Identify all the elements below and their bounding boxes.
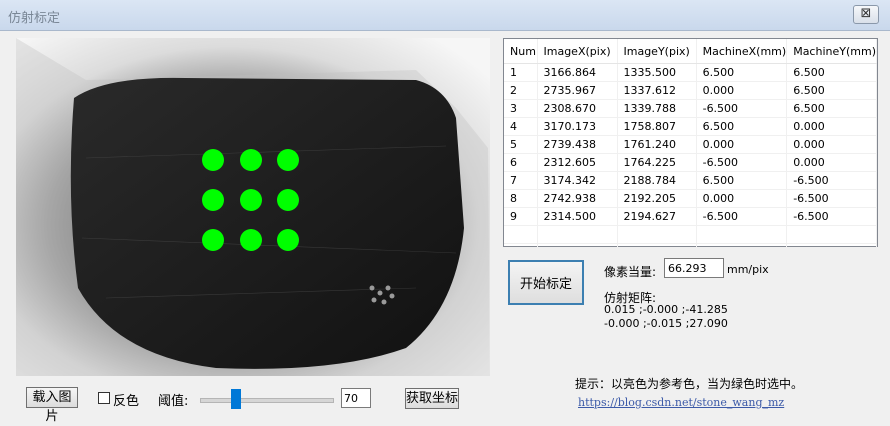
column-header[interactable]: ImageY(pix) <box>617 39 697 64</box>
table-cell: 1339.788 <box>617 99 697 118</box>
table-row[interactable]: 7 3174.342 2188.784 6.500 -6.500 <box>504 171 877 190</box>
table-cell: 6.500 <box>786 81 877 100</box>
table-cell: 0.000 <box>786 135 877 154</box>
pixel-equivalent-label: 像素当量: <box>604 265 657 279</box>
threshold-slider-track[interactable] <box>200 398 334 403</box>
table-header: Num ImageX(pix) ImageY(pix) MachineX(mm) Mac… <box>504 39 877 64</box>
affine-matrix-row-2: -0.000 ;-0.015 ;27.090 <box>604 317 728 330</box>
table-cell: 1337.612 <box>617 81 697 100</box>
calibration-dot <box>277 189 299 211</box>
table-cell: 2742.938 <box>537 189 618 208</box>
table-cell: 2739.438 <box>537 135 618 154</box>
table-body: 1 3166.864 1335.500 6.500 6.500 2 2735.967 1337… <box>504 63 877 262</box>
calibration-dot <box>240 229 262 251</box>
table-cell: -6.500 <box>786 207 877 226</box>
window-title: 仿射标定 <box>8 11 61 26</box>
table-cell: 1758.807 <box>617 117 697 136</box>
table-cell: 1 <box>504 63 538 82</box>
table-cell: 9 <box>504 207 538 226</box>
column-header[interactable]: MachineY(mm) <box>786 39 877 64</box>
calibration-dot <box>240 189 262 211</box>
table-cell: 2308.670 <box>537 99 618 118</box>
threshold-slider-thumb[interactable] <box>230 389 241 409</box>
table-cell: 3174.342 <box>537 171 618 190</box>
calibration-dots <box>202 149 299 251</box>
table-cell: 0.000 <box>696 189 788 208</box>
affine-matrix-row-1: 0.015 ;-0.000 ;-41.285 <box>604 303 728 316</box>
calibration-dot <box>277 149 299 171</box>
table-cell: 0.000 <box>786 153 877 172</box>
table-cell: 0.000 <box>786 117 877 136</box>
table-cell: 0.000 <box>696 81 788 100</box>
threshold-label: 阈值: <box>158 394 189 409</box>
table-cell: 2314.500 <box>537 207 618 226</box>
table-cell: 1764.225 <box>617 153 697 172</box>
table-row[interactable]: 1 3166.864 1335.500 6.500 6.500 <box>504 63 877 82</box>
calibration-dot <box>202 189 224 211</box>
table-cell: 6.500 <box>786 99 877 118</box>
table-row[interactable]: 4 3170.173 1758.807 6.500 0.000 <box>504 117 877 136</box>
empty-row <box>504 225 877 244</box>
hint-text: 提示：以亮色为参考色，当为绿色时选中。 <box>575 377 804 391</box>
table-row[interactable]: 9 2314.500 2194.627 -6.500 -6.500 <box>504 207 877 226</box>
table-row[interactable]: 5 2739.438 1761.240 0.000 0.000 <box>504 135 877 154</box>
camera-image-canvas <box>16 38 490 376</box>
table-cell: 7 <box>504 171 538 190</box>
close-button[interactable]: ⊠ <box>853 5 879 24</box>
table-cell: 3 <box>504 99 538 118</box>
table-cell: 3170.173 <box>537 117 618 136</box>
calibration-dot <box>277 229 299 251</box>
table-cell: 6.500 <box>786 63 877 82</box>
get-coordinates-button[interactable]: 获取坐标 <box>405 388 459 409</box>
table-cell: 8 <box>504 189 538 208</box>
camera-image[interactable] <box>16 38 490 376</box>
pixel-equivalent-field[interactable]: 66.293 <box>664 258 724 278</box>
close-icon: ⊠ <box>860 6 872 21</box>
column-header[interactable]: MachineX(mm) <box>696 39 788 64</box>
blog-link[interactable]: https://blog.csdn.net/stone_wang_mz <box>578 396 784 409</box>
table-cell: 2188.784 <box>617 171 697 190</box>
table-row[interactable]: 3 2308.670 1339.788 -6.500 6.500 <box>504 99 877 118</box>
table-cell: 1761.240 <box>617 135 697 154</box>
table-row[interactable]: 6 2312.605 1764.225 -6.500 0.000 <box>504 153 877 172</box>
invert-checkbox[interactable] <box>98 392 110 404</box>
calibration-dot <box>240 149 262 171</box>
table-cell: 3166.864 <box>537 63 618 82</box>
table-cell: 2735.967 <box>537 81 618 100</box>
table-cell: -6.500 <box>786 189 877 208</box>
threshold-field[interactable]: 70 <box>341 388 371 408</box>
table-cell: 6 <box>504 153 538 172</box>
column-header[interactable]: Num <box>504 39 538 64</box>
load-image-button[interactable]: 载入图片 <box>26 387 78 424</box>
table-cell: -6.500 <box>786 171 877 190</box>
table-cell: 6.500 <box>696 117 788 136</box>
table-cell: -6.500 <box>696 207 788 226</box>
table-row[interactable]: 8 2742.938 2192.205 0.000 -6.500 <box>504 189 877 208</box>
table-cell: 2192.205 <box>617 189 697 208</box>
table-cell: 6.500 <box>696 63 788 82</box>
calibration-dot <box>202 149 224 171</box>
invert-label: 反色 <box>113 394 140 409</box>
coordinate-table[interactable]: Num ImageX(pix) ImageY(pix) MachineX(mm) Mac… <box>503 38 878 262</box>
pixel-unit: mm/pix <box>727 263 769 276</box>
table-cell: 2312.605 <box>537 153 618 172</box>
table-cell: 2 <box>504 81 538 100</box>
table-cell: 5 <box>504 135 538 154</box>
table-row[interactable]: 2 2735.967 1337.612 0.000 6.500 <box>504 81 877 100</box>
table-cell: 4 <box>504 117 538 136</box>
table-cell: -6.500 <box>696 99 788 118</box>
table-cell: 1335.500 <box>617 63 697 82</box>
calibration-dot <box>202 229 224 251</box>
column-header[interactable]: ImageX(pix) <box>537 39 618 64</box>
table-cell: 0.000 <box>696 135 788 154</box>
table-cell: -6.500 <box>696 153 788 172</box>
table-cell: 2194.627 <box>617 207 697 226</box>
title-bar: 仿射标定 ⊠ <box>0 0 890 31</box>
start-calibration-button[interactable]: 开始标定 <box>508 260 584 305</box>
table-cell: 6.500 <box>696 171 788 190</box>
